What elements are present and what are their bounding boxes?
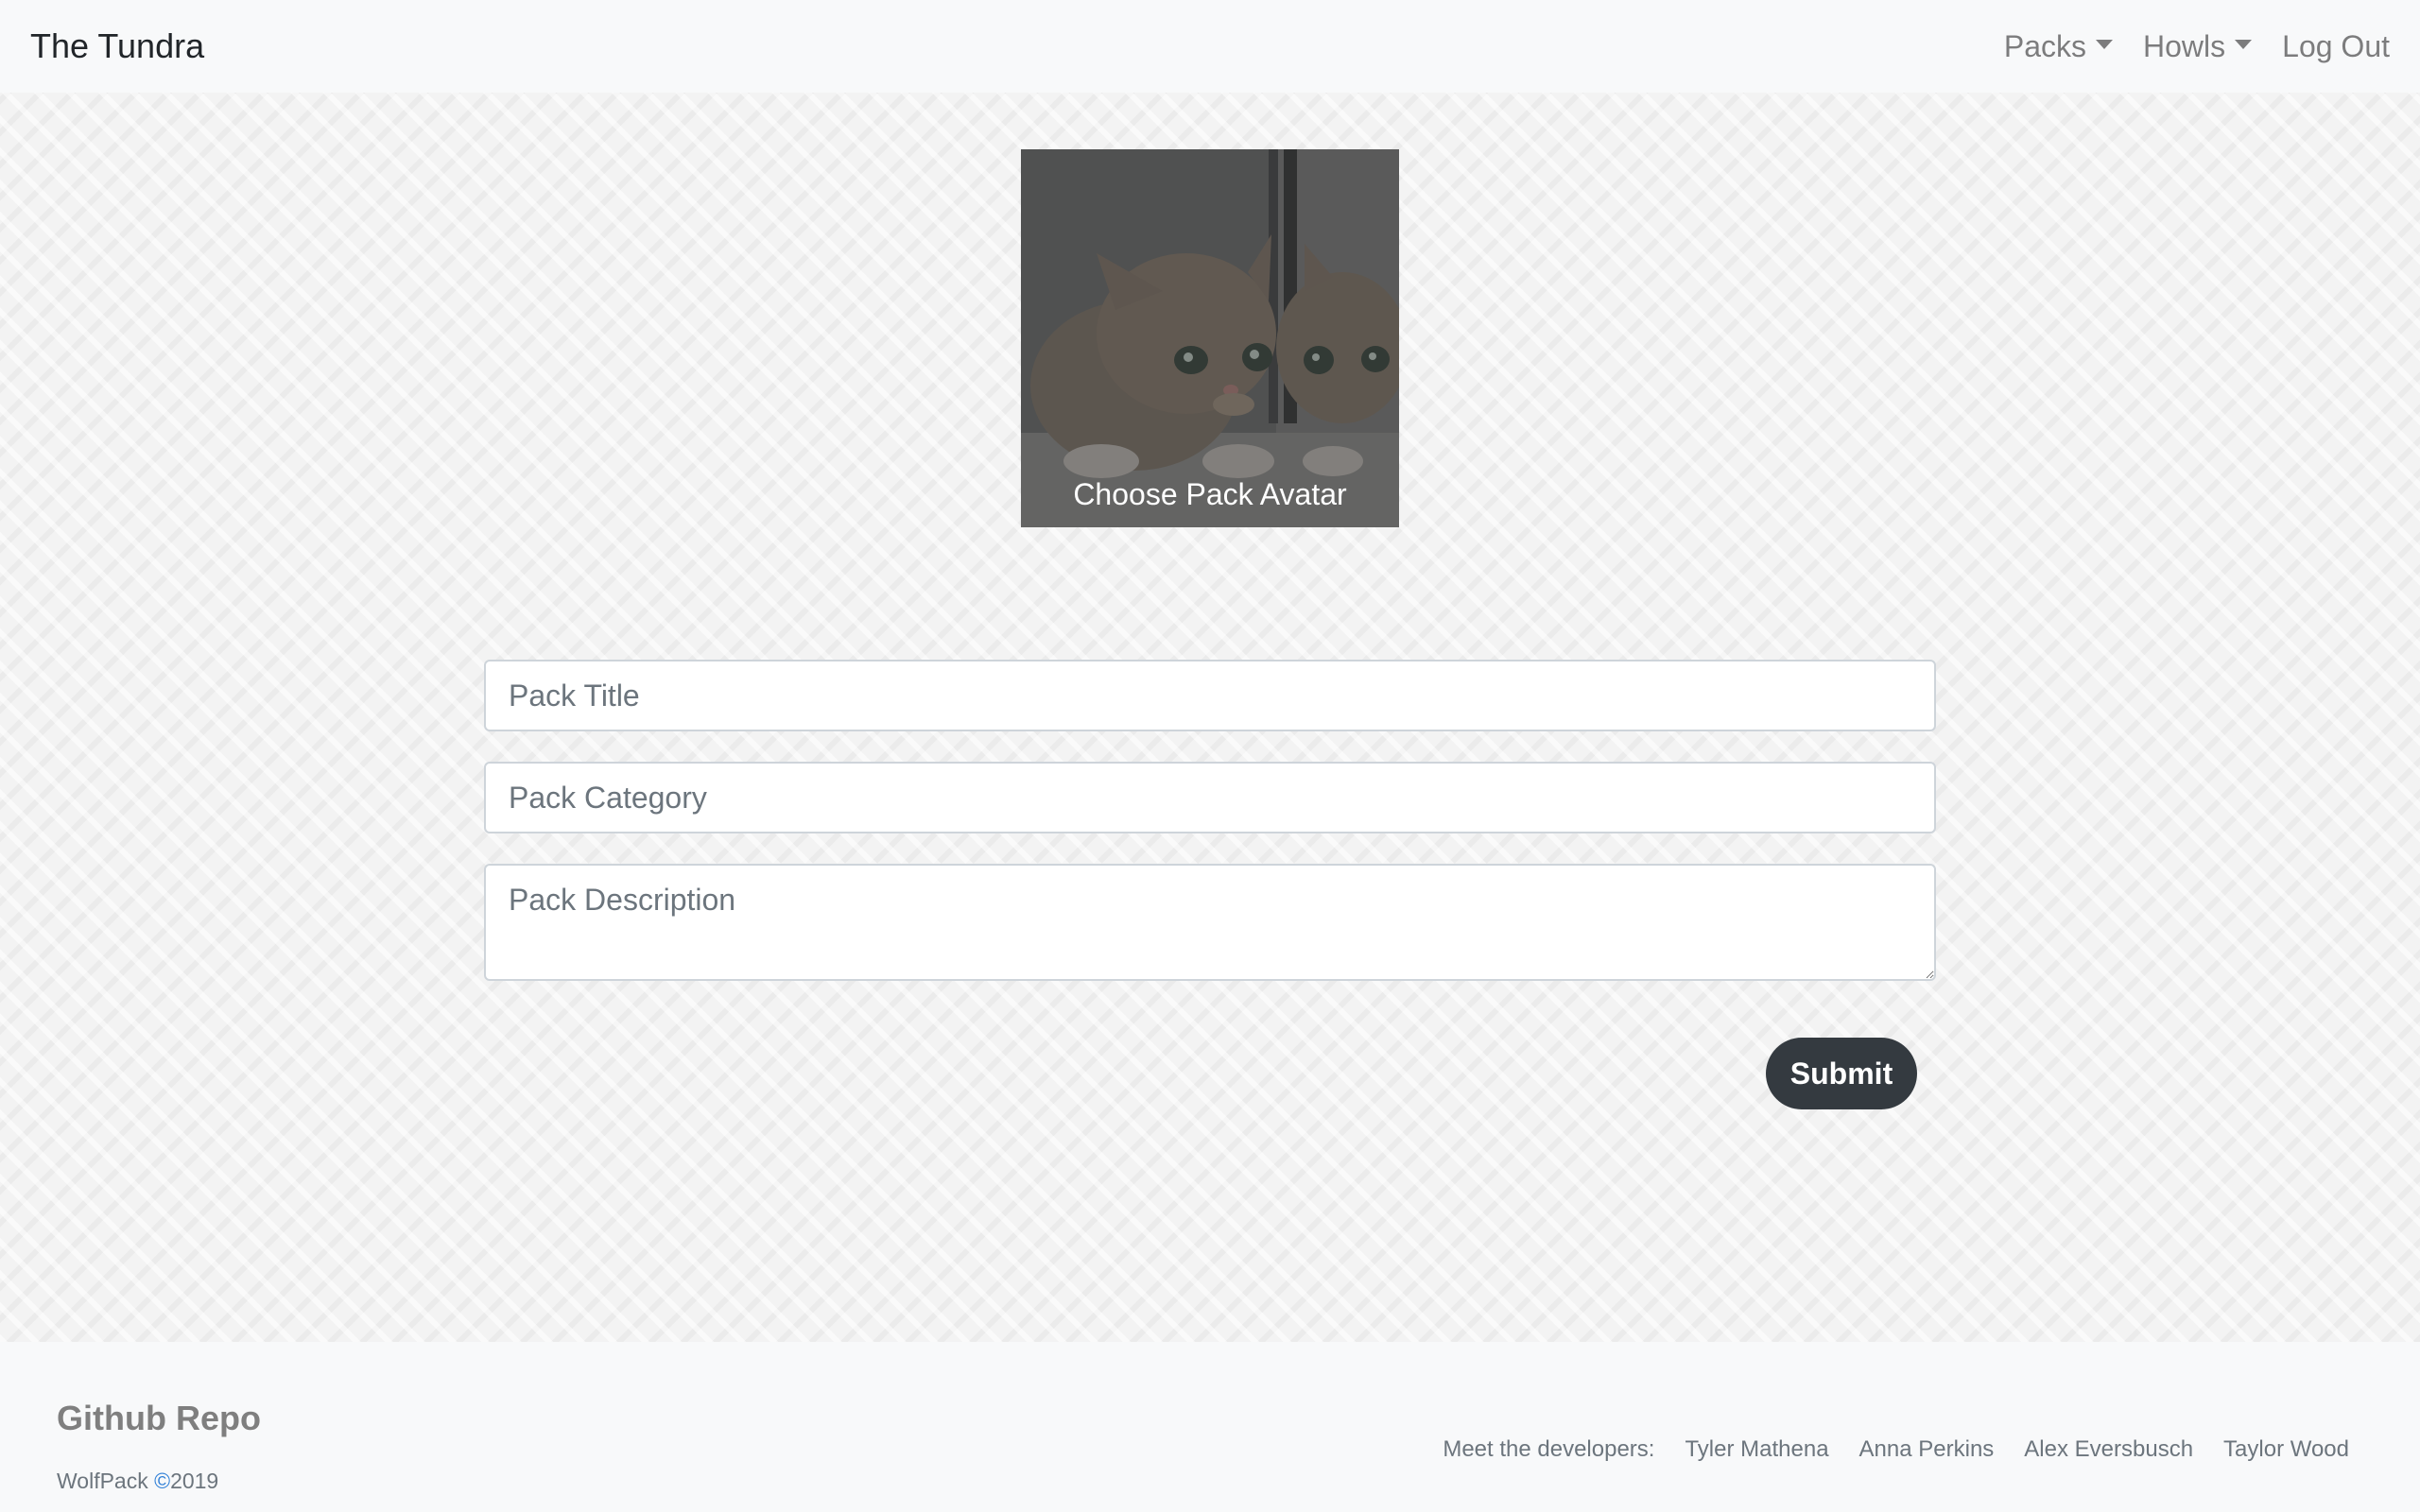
pack-description-textarea[interactable] — [484, 864, 1936, 981]
copyright-name: WolfPack — [57, 1469, 155, 1493]
nav-links: Packs Howls Log Out — [1989, 29, 2390, 64]
chevron-down-icon — [2235, 40, 2253, 49]
copyright-year: 2019 — [170, 1469, 219, 1493]
packs-dropdown-label: Packs — [2003, 28, 2087, 63]
chevron-down-icon — [2096, 40, 2114, 49]
main-content: Choose Pack Avatar Submit — [0, 93, 2420, 1342]
kitten-avatar-image — [1021, 149, 1399, 527]
pack-title-input[interactable] — [484, 660, 1936, 731]
footer: Github Repo WolfPack ©2019 Meet the deve… — [0, 1342, 2420, 1512]
github-repo-link[interactable]: Github Repo — [57, 1399, 261, 1438]
avatar-picker[interactable]: Choose Pack Avatar — [1021, 149, 1399, 527]
developer-link-tyler-mathena[interactable]: Tyler Mathena — [1685, 1436, 1828, 1463]
developer-link-taylor-wood[interactable]: Taylor Wood — [2223, 1436, 2349, 1463]
avatar-label: Choose Pack Avatar — [1073, 477, 1347, 511]
developers-list: Meet the developers: Tyler Mathena Anna … — [1443, 1436, 2349, 1463]
logout-link[interactable]: Log Out — [2267, 29, 2390, 64]
submit-button[interactable]: Submit — [1766, 1038, 1917, 1109]
pack-category-input[interactable] — [484, 762, 1936, 833]
howls-dropdown-label: Howls — [2143, 28, 2226, 63]
brand-link[interactable]: The Tundra — [30, 26, 204, 66]
top-navbar: The Tundra Packs Howls Log Out — [0, 0, 2420, 93]
developer-link-anna-perkins[interactable]: Anna Perkins — [1859, 1436, 1995, 1463]
developer-link-alex-eversbusch[interactable]: Alex Eversbusch — [2024, 1436, 2193, 1463]
copyright: WolfPack ©2019 — [57, 1469, 218, 1494]
packs-dropdown[interactable]: Packs — [1989, 29, 2128, 64]
developers-label: Meet the developers: — [1443, 1436, 1655, 1462]
copyright-symbol: © — [154, 1469, 171, 1493]
howls-dropdown[interactable]: Howls — [2128, 29, 2267, 64]
